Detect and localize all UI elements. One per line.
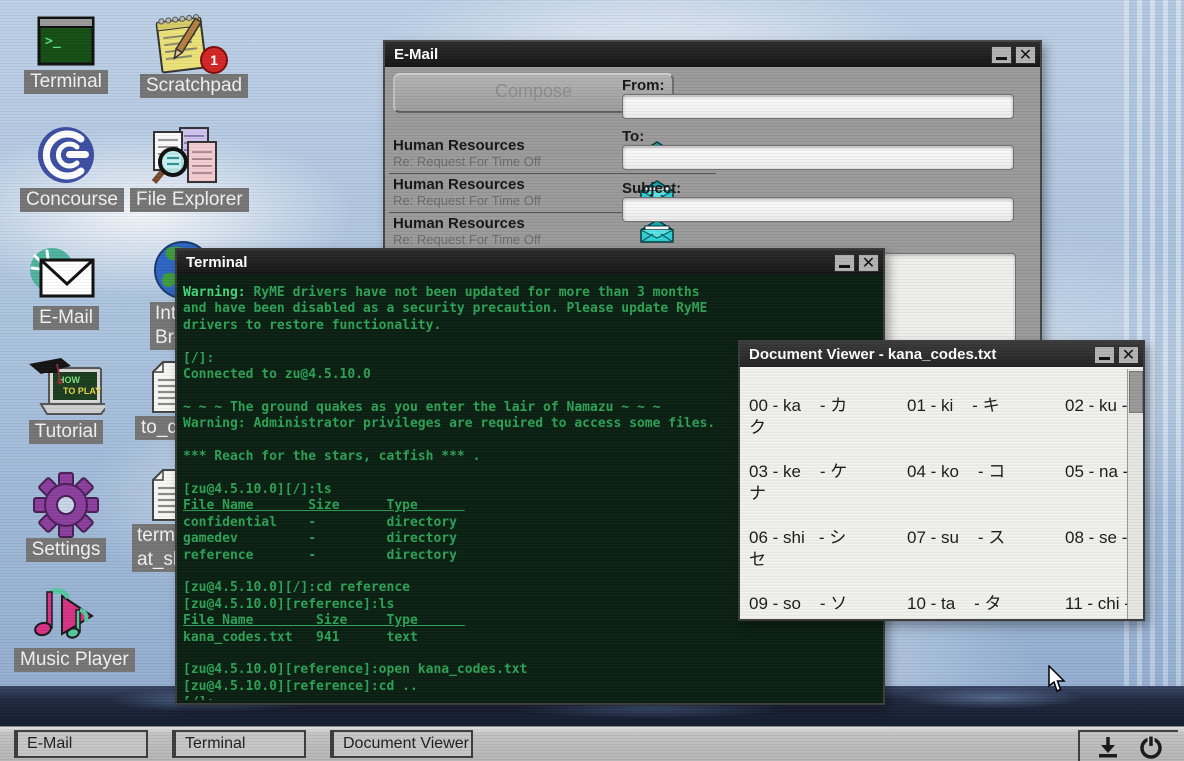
- minimize-button[interactable]: [1094, 346, 1115, 364]
- taskbar: E-Mail Terminal Document Viewer: [0, 726, 1184, 761]
- download-icon[interactable]: [1093, 734, 1123, 760]
- taskbar-button-email[interactable]: E-Mail: [14, 730, 148, 758]
- settings-app-icon: [33, 472, 99, 538]
- icon-label: Scratchpad: [140, 74, 248, 98]
- close-icon[interactable]: ✕: [1118, 346, 1139, 364]
- terminal-window-titlebar[interactable]: Terminal ✕: [177, 250, 883, 275]
- document-content: 00 - ka - カ01 - ki - キ02 - ku -ク03 - ke …: [740, 369, 1128, 619]
- desktop-icon-concourse[interactable]: Concourse: [20, 126, 112, 212]
- subject-label: Subject:: [622, 180, 681, 197]
- from-field[interactable]: [622, 94, 1014, 119]
- desktop: >_ Terminal 1 Scratchpad Concourse: [0, 0, 1184, 761]
- desktop-icon-email[interactable]: E-Mail: [20, 246, 112, 330]
- desktop-icon-scratchpad[interactable]: 1 Scratchpad: [140, 8, 230, 98]
- icon-label: Terminal: [24, 70, 108, 94]
- terminal-app-icon: >_: [36, 14, 96, 70]
- tutorial-app-icon: HOW TO PLAY: [27, 356, 105, 420]
- taskbar-system-tray: [1078, 730, 1178, 761]
- notification-badge: 1: [200, 46, 228, 74]
- icon-label: Tutorial: [29, 420, 104, 444]
- email-app-icon: [25, 246, 107, 306]
- icon-label: File Explorer: [130, 188, 249, 212]
- email-window-titlebar[interactable]: E-Mail ✕: [385, 42, 1040, 67]
- minimize-button[interactable]: [991, 46, 1012, 64]
- minimize-button[interactable]: [834, 254, 855, 272]
- subject-field[interactable]: [622, 197, 1014, 222]
- icon-label: Settings: [26, 538, 107, 562]
- scrollbar-thumb[interactable]: [1129, 371, 1143, 413]
- scrollbar[interactable]: [1127, 369, 1143, 619]
- from-label: From:: [622, 77, 665, 94]
- to-field[interactable]: [622, 145, 1014, 170]
- icon-label: Concourse: [20, 188, 124, 212]
- document-viewer-window: Document Viewer - kana_codes.txt ✕ 00 - …: [738, 340, 1145, 621]
- icon-label: Music Player: [14, 648, 135, 672]
- desktop-icon-terminal[interactable]: >_ Terminal: [20, 14, 112, 94]
- desktop-icon-tutorial[interactable]: HOW TO PLAY Tutorial: [20, 356, 112, 444]
- to-label: To:: [622, 128, 644, 145]
- icon-label: E-Mail: [33, 306, 99, 330]
- taskbar-button-terminal[interactable]: Terminal: [172, 730, 306, 758]
- svg-text:TO PLAY: TO PLAY: [63, 386, 101, 396]
- close-icon[interactable]: ✕: [1015, 46, 1036, 64]
- terminal-window-title: Terminal: [186, 254, 834, 271]
- desktop-icon-music-player[interactable]: Music Player: [14, 582, 118, 672]
- music-player-app-icon: [28, 582, 104, 648]
- desktop-icon-file-explorer[interactable]: File Explorer: [130, 126, 234, 212]
- taskbar-button-document-viewer[interactable]: Document Viewer: [330, 730, 473, 758]
- desktop-icon-settings[interactable]: Settings: [20, 472, 112, 562]
- svg-text:>_: >_: [45, 34, 61, 49]
- power-icon[interactable]: [1136, 734, 1166, 760]
- email-window-title: E-Mail: [394, 46, 991, 63]
- concourse-app-icon: [36, 126, 96, 188]
- close-icon[interactable]: ✕: [858, 254, 879, 272]
- open-envelope-icon: [640, 219, 674, 243]
- file-explorer-app-icon: [142, 126, 222, 188]
- document-viewer-title: Document Viewer - kana_codes.txt: [749, 346, 1094, 363]
- document-viewer-titlebar[interactable]: Document Viewer - kana_codes.txt ✕: [740, 342, 1143, 367]
